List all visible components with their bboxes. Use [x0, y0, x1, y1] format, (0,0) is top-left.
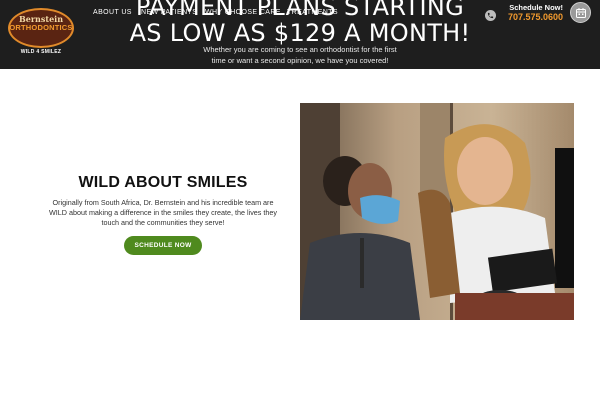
logo-tagline: WILD 4 SMILEZ: [20, 49, 62, 55]
phone-icon: [485, 10, 496, 21]
logo[interactable]: Bernstein ORTHODONTICS WILD 4 SMILEZ: [8, 8, 74, 55]
calendar-button[interactable]: [570, 2, 591, 23]
hero-title-line-1: PAYMENT PLANS STARTING: [135, 0, 465, 21]
section-title: WILD ABOUT SMILES: [78, 174, 248, 191]
calendar-icon: [576, 8, 586, 18]
section-text: Originally from South Africa, Dr. Bernst…: [49, 198, 277, 227]
hero-text: Whether you are coming to see an orthodo…: [203, 45, 397, 65]
schedule-phone-cta[interactable]: Schedule Now! 707.575.0600: [485, 3, 565, 23]
site-header: Bernstein ORTHODONTICS WILD 4 SMILEZ ABO…: [0, 0, 600, 69]
phone-number[interactable]: 707.575.0600: [508, 12, 563, 22]
hero-title-line-2: AS LOW AS $129 A MONTH!: [129, 19, 471, 47]
logo-main-text: ORTHODONTICS: [9, 23, 73, 32]
hero-title: PAYMENT PLANS STARTING AS LOW AS $129 A …: [112, 0, 488, 46]
schedule-now-label: Schedule Now!: [509, 3, 563, 12]
orthodontic-team-photo: [300, 103, 574, 320]
schedule-now-button[interactable]: SCHEDULE NOW: [124, 236, 202, 255]
